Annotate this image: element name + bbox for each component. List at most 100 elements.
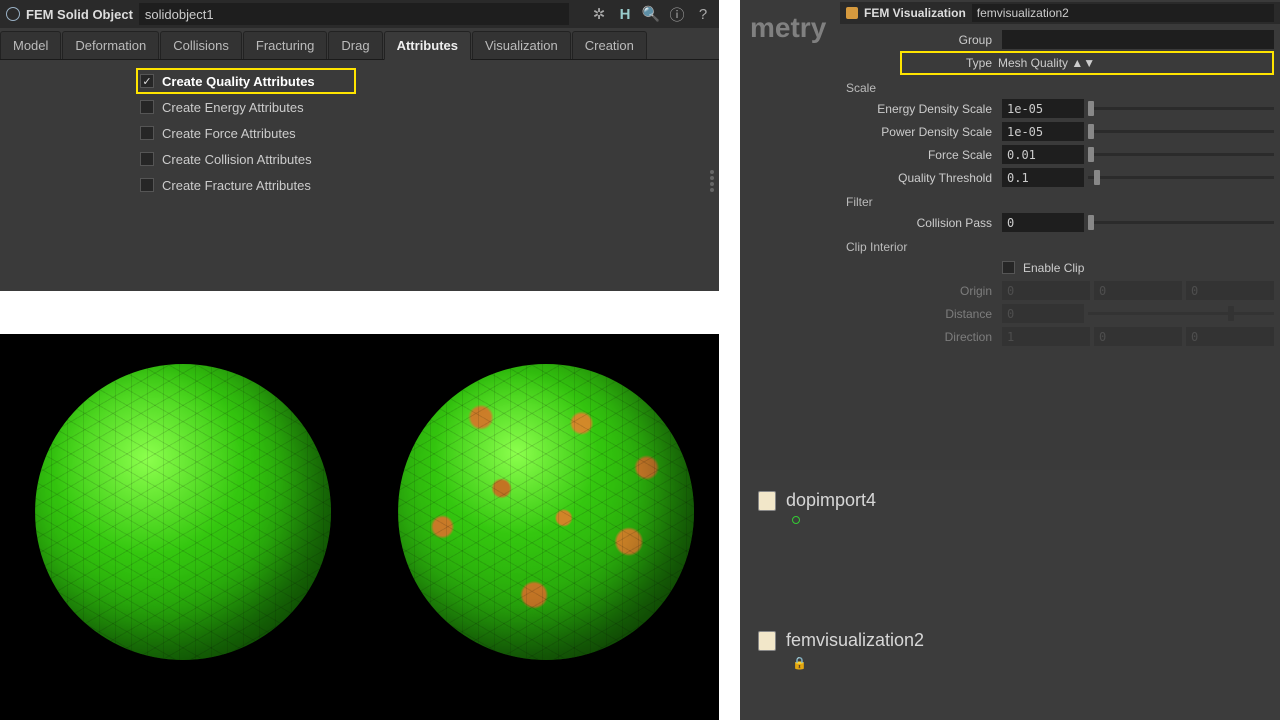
direction-row: Direction bbox=[840, 325, 1280, 348]
node-name: femvisualization2 bbox=[786, 630, 924, 651]
type-select[interactable]: Mesh Quality ▲▼ bbox=[998, 56, 1252, 70]
background-text: metry bbox=[750, 12, 826, 44]
param-slider[interactable] bbox=[1088, 122, 1274, 141]
enable-clip-row: Enable Clip bbox=[840, 256, 1280, 279]
checkbox[interactable] bbox=[140, 74, 154, 88]
quality-threshold-row: Quality Threshold bbox=[840, 166, 1280, 189]
gear-icon[interactable]: ✲ bbox=[589, 4, 609, 24]
param-slider[interactable] bbox=[1088, 213, 1274, 232]
origin-row: Origin bbox=[840, 279, 1280, 302]
attr-label: Create Quality Attributes bbox=[162, 74, 315, 89]
checkbox[interactable] bbox=[140, 152, 154, 166]
param-label: Direction bbox=[840, 330, 998, 344]
param-label: Power Density Scale bbox=[840, 125, 998, 139]
node-chip-icon bbox=[758, 491, 776, 511]
search-icon[interactable]: 🔍 bbox=[641, 4, 661, 24]
param-input[interactable] bbox=[1002, 99, 1084, 118]
param-input bbox=[1094, 281, 1182, 300]
node-femvisualization2[interactable]: femvisualization2 🔒 bbox=[758, 630, 924, 651]
help-icon[interactable]: ? bbox=[693, 4, 713, 24]
node-type-icon bbox=[6, 7, 20, 21]
type-label: Type bbox=[902, 56, 998, 70]
titlebar: FEM Solid Object ✲ H 🔍 ⓘ ? bbox=[0, 0, 719, 28]
param-input bbox=[1002, 327, 1090, 346]
tab-collisions[interactable]: Collisions bbox=[160, 31, 242, 59]
tab-creation[interactable]: Creation bbox=[572, 31, 647, 59]
param-input bbox=[1186, 281, 1274, 300]
type-row-highlight: Type Mesh Quality ▲▼ bbox=[900, 51, 1274, 75]
fem-visualization-panel: metry FEM Visualization Group Type Mesh … bbox=[740, 0, 1280, 720]
attr-row: Create Fracture Attributes bbox=[140, 172, 719, 198]
lock-icon: 🔒 bbox=[792, 656, 807, 670]
param-slider bbox=[1088, 304, 1274, 323]
param-label: Distance bbox=[840, 307, 998, 321]
param-label: Collision Pass bbox=[840, 216, 998, 230]
param-input bbox=[1094, 327, 1182, 346]
collision-pass-row: Collision Pass bbox=[840, 211, 1280, 234]
param-input[interactable] bbox=[1002, 145, 1084, 164]
attr-label: Create Fracture Attributes bbox=[162, 178, 311, 193]
tab-fracturing[interactable]: Fracturing bbox=[243, 31, 328, 59]
attr-label: Create Energy Attributes bbox=[162, 100, 304, 115]
titlebar: FEM Visualization bbox=[840, 2, 1280, 24]
section-clip: Clip Interior bbox=[840, 234, 1280, 256]
force-scale-row: Force Scale bbox=[840, 143, 1280, 166]
param-slider[interactable] bbox=[1088, 99, 1274, 118]
attributes-body: Create Quality Attributes Create Energy A… bbox=[0, 60, 719, 198]
attr-row: Create Energy Attributes bbox=[140, 94, 719, 120]
checkbox[interactable] bbox=[140, 178, 154, 192]
network-view[interactable]: dopimport4 femvisualization2 🔒 bbox=[740, 470, 1280, 720]
tab-visualization[interactable]: Visualization bbox=[472, 31, 571, 59]
param-label: Quality Threshold bbox=[840, 171, 998, 185]
param-input[interactable] bbox=[1002, 213, 1084, 232]
fem-solid-object-panel: FEM Solid Object ✲ H 🔍 ⓘ ? ModelDeformat… bbox=[0, 0, 719, 291]
param-input[interactable] bbox=[1002, 122, 1084, 141]
parameter-area: Group Type Mesh Quality ▲▼ Scale Energy … bbox=[840, 28, 1280, 348]
viewport-3d[interactable] bbox=[0, 334, 719, 720]
group-row: Group bbox=[840, 28, 1280, 51]
tab-attributes[interactable]: Attributes bbox=[384, 31, 471, 60]
sphere-high-quality bbox=[35, 364, 331, 660]
display-flag-icon[interactable] bbox=[792, 516, 800, 524]
node-chip-icon bbox=[758, 631, 776, 651]
param-label: Energy Density Scale bbox=[840, 102, 998, 116]
group-input[interactable] bbox=[1002, 30, 1274, 49]
distance-row: Distance bbox=[840, 302, 1280, 325]
enable-clip-checkbox[interactable] bbox=[1002, 261, 1015, 274]
node-name-input[interactable] bbox=[972, 4, 1274, 22]
param-input bbox=[1186, 327, 1274, 346]
drag-grip-icon[interactable] bbox=[707, 170, 717, 210]
param-label: Force Scale bbox=[840, 148, 998, 162]
node-name-input[interactable] bbox=[139, 3, 569, 25]
sphere-low-quality bbox=[398, 364, 694, 660]
info-icon[interactable]: ⓘ bbox=[667, 4, 687, 24]
energy-density-row: Energy Density Scale bbox=[840, 97, 1280, 120]
attr-label: Create Collision Attributes bbox=[162, 152, 312, 167]
node-type-label: FEM Visualization bbox=[864, 6, 966, 20]
checkbox[interactable] bbox=[140, 126, 154, 140]
attr-label: Create Force Attributes bbox=[162, 126, 296, 141]
tab-model[interactable]: Model bbox=[0, 31, 61, 59]
houdini-h-icon[interactable]: H bbox=[615, 4, 635, 24]
tab-drag[interactable]: Drag bbox=[328, 31, 382, 59]
checkbox[interactable] bbox=[140, 100, 154, 114]
tab-deformation[interactable]: Deformation bbox=[62, 31, 159, 59]
param-slider[interactable] bbox=[1088, 145, 1274, 164]
attr-row: Create Quality Attributes bbox=[136, 68, 356, 94]
chevron-updown-icon: ▲▼ bbox=[1071, 56, 1095, 70]
section-scale: Scale bbox=[840, 75, 1280, 97]
param-label: Origin bbox=[840, 284, 998, 298]
attr-row: Create Collision Attributes bbox=[140, 146, 719, 172]
attr-row: Create Force Attributes bbox=[140, 120, 719, 146]
node-name: dopimport4 bbox=[786, 490, 876, 511]
enable-clip-label: Enable Clip bbox=[1023, 261, 1084, 275]
param-input bbox=[1002, 281, 1090, 300]
param-slider[interactable] bbox=[1088, 168, 1274, 187]
power-density-row: Power Density Scale bbox=[840, 120, 1280, 143]
node-type-label: FEM Solid Object bbox=[26, 7, 133, 22]
section-filter: Filter bbox=[840, 189, 1280, 211]
param-input[interactable] bbox=[1002, 168, 1084, 187]
type-value: Mesh Quality bbox=[998, 56, 1068, 70]
node-dopimport4[interactable]: dopimport4 bbox=[758, 490, 876, 511]
node-type-icon bbox=[846, 7, 858, 19]
